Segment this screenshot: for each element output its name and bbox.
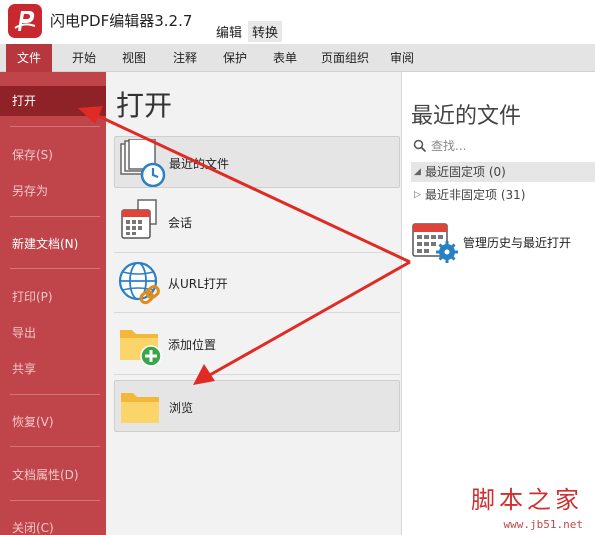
mode-tabs: 编辑 转换	[212, 21, 284, 42]
tab-page-organize[interactable]: 页面组织	[312, 44, 378, 72]
folder-icon	[117, 383, 167, 431]
open-option-browse[interactable]: 浏览	[114, 380, 400, 432]
open-option-label: 添加位置	[168, 338, 217, 352]
ribbon-tabs: 文件 开始 视图 注释 保护 表单 页面组织 审阅	[0, 44, 595, 72]
sidebar-divider	[10, 394, 100, 395]
sidebar-item-close[interactable]: 关闭(C)	[0, 513, 106, 535]
group-label: 最近非固定项 (31)	[425, 188, 526, 202]
option-divider	[114, 374, 400, 375]
sidebar-item-save-as[interactable]: 另存为	[0, 176, 106, 206]
open-options-panel: 打开 最近的文件 会话 从URL打开 添加位置 浏览	[106, 72, 402, 535]
file-sidebar: 打开 保存(S) 另存为 新建文档(N) 打印(P) 导出 共享 恢复(V) 文…	[0, 72, 106, 535]
watermark-url: www.jb51.net	[503, 518, 583, 531]
sidebar-item-new-document[interactable]: 新建文档(N)	[0, 229, 106, 259]
caret-down-icon: ◢	[414, 167, 421, 177]
open-option-label: 浏览	[169, 401, 194, 415]
recent-files-panel: 最近的文件 ◢ 最近固定项 (0) ▷ 最近非固定项 (31)	[402, 72, 595, 535]
sidebar-item-recover[interactable]: 恢复(V)	[0, 407, 106, 437]
search-input[interactable]	[431, 137, 581, 155]
mode-tab-convert[interactable]: 转换	[248, 21, 283, 42]
tab-view[interactable]: 视图	[114, 44, 154, 72]
open-option-session[interactable]: 会话	[114, 196, 400, 248]
sidebar-divider	[10, 216, 100, 217]
open-option-from-url[interactable]: 从URL打开	[114, 257, 400, 309]
recent-search	[411, 136, 587, 156]
sidebar-item-share[interactable]: 共享	[0, 354, 106, 384]
sidebar-divider	[10, 446, 100, 447]
session-calendar-icon	[116, 198, 166, 246]
globe-link-icon	[116, 259, 166, 307]
sidebar-divider	[10, 500, 100, 501]
page-title: 打开	[116, 89, 173, 122]
sidebar-item-print[interactable]: 打印(P)	[0, 282, 106, 312]
app-logo-icon	[8, 4, 42, 38]
recent-files-clock-icon	[117, 138, 167, 188]
tab-file[interactable]: 文件	[6, 44, 52, 72]
open-option-label: 最近的文件	[169, 157, 230, 171]
sidebar-divider	[10, 126, 100, 127]
option-divider	[114, 252, 400, 253]
title-bar: 闪电PDF编辑器3.2.7 编辑 转换	[0, 0, 595, 44]
tab-start[interactable]: 开始	[64, 44, 104, 72]
sidebar-item-save[interactable]: 保存(S)	[0, 140, 106, 170]
option-divider	[114, 312, 400, 313]
open-option-label: 从URL打开	[168, 277, 228, 291]
calendar-gear-icon	[411, 218, 459, 264]
app-title: 闪电PDF编辑器3.2.7	[50, 12, 193, 30]
search-icon	[413, 139, 427, 153]
group-label: 最近固定项 (0)	[425, 165, 506, 179]
recent-files-title: 最近的文件	[411, 104, 522, 129]
open-option-recent-files[interactable]: 最近的文件	[114, 136, 400, 188]
tab-form[interactable]: 表单	[265, 44, 305, 72]
tab-review[interactable]: 审阅	[382, 44, 422, 72]
history-label: 管理历史与最近打开	[463, 236, 572, 250]
tab-annotate[interactable]: 注释	[165, 44, 205, 72]
group-pinned-recent[interactable]: ◢ 最近固定项 (0)	[411, 162, 595, 182]
watermark-text: 脚本之家	[471, 486, 583, 514]
caret-right-icon: ▷	[414, 190, 421, 200]
open-option-label: 会话	[168, 216, 193, 230]
sidebar-item-open[interactable]: 打开	[0, 86, 106, 116]
sidebar-item-document-properties[interactable]: 文档属性(D)	[0, 460, 106, 490]
sidebar-item-export[interactable]: 导出	[0, 318, 106, 348]
mode-tab-edit[interactable]: 编辑	[212, 21, 246, 42]
open-option-add-location[interactable]: 添加位置	[114, 318, 400, 370]
tab-protect[interactable]: 保护	[215, 44, 255, 72]
folder-add-icon	[116, 320, 166, 368]
group-unpinned-recent[interactable]: ▷ 最近非固定项 (31)	[411, 185, 595, 205]
sidebar-divider	[10, 268, 100, 269]
manage-history-item[interactable]: 管理历史与最近打开	[411, 216, 595, 266]
